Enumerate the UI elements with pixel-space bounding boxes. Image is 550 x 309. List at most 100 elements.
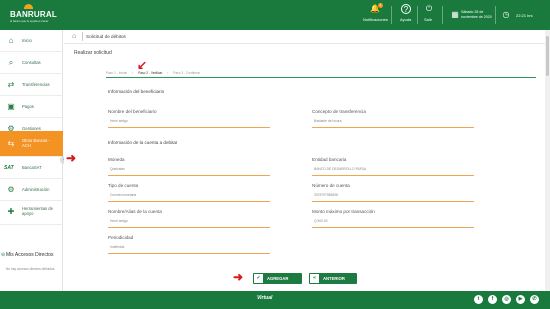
notifications-badge: 1: [378, 3, 383, 8]
sidebar-item-bancasat[interactable]: SAT BancaSAT: [0, 157, 63, 179]
beneficiary-name-label: Nombre del beneficiario: [108, 109, 157, 114]
tools-icon: ✚: [7, 207, 15, 216]
sidebar-item-consultas[interactable]: ⌕ Consultas: [0, 52, 63, 74]
bank-value: BANCO DE DESARROLLO RURAL: [314, 167, 367, 171]
annotation-arrow-right-icon: ➜: [233, 270, 244, 284]
beneficiary-group-title: Información del beneficiario: [108, 89, 165, 94]
account-type-underline: [108, 201, 270, 202]
back-button-label: ANTERIOR: [323, 276, 345, 281]
sidebar-item-label: Administración: [22, 187, 50, 192]
app-root: BANRURAL el banco que te ayuda a crecer …: [0, 0, 550, 309]
header-divider: [417, 6, 418, 24]
currency-label: Moneda: [108, 157, 125, 162]
clock-icon: ◷: [502, 10, 510, 19]
back-button[interactable]: « ANTERIOR: [309, 273, 357, 284]
add-icon: ✓: [254, 274, 263, 283]
account-type-label: Tipo de cuenta: [108, 183, 139, 188]
footer-logo: Virtual: [257, 295, 273, 301]
title-divider: [82, 32, 83, 41]
max-amount-value: Q 500.00: [314, 219, 328, 223]
currency-underline: [108, 175, 270, 176]
instagram-icon[interactable]: ◎: [502, 295, 511, 304]
sidebar-item-label: Herramientas de apoyo: [22, 206, 53, 216]
other-banks-icon: ⇆: [7, 139, 15, 148]
sidebar-item-label: Pagos: [22, 104, 34, 109]
notifications-label[interactable]: Notificaciones: [363, 17, 388, 22]
sidebar-item-transferencias[interactable]: ⇄ Transferencias: [0, 74, 63, 96]
beneficiary-name-value: Henri amigo: [110, 119, 128, 123]
periodicity-label: Periodicidad: [108, 235, 134, 240]
facebook-icon[interactable]: f: [488, 295, 497, 304]
banrural-logo[interactable]: BANRURAL el banco que te ayuda a crecer: [6, 4, 57, 26]
current-date: Sábado 28 de noviembre de 2020: [461, 10, 492, 19]
home-icon[interactable]: ⌂: [72, 33, 76, 40]
step-1: Paso 1 - Iniciar: [106, 71, 128, 75]
exit-label[interactable]: Salir: [424, 17, 432, 22]
current-time: 22:21 hrs: [516, 13, 533, 18]
footer: Virtual t f ◎ ▶ ✆: [0, 291, 550, 309]
help-label[interactable]: Ayuda: [400, 17, 411, 22]
add-button-label: AGREGAR: [267, 276, 289, 281]
sidebar-item-herramientas[interactable]: ✚ Herramientas de apoyo: [0, 201, 63, 225]
logo-text: BANRURAL: [10, 10, 57, 19]
scrollbar-thumb[interactable]: [546, 36, 549, 76]
sidebar-item-administracion[interactable]: ⚙ Administración: [0, 179, 63, 201]
step-3: Paso 3 - Confirmar: [173, 71, 200, 75]
currency-value: Quetzales: [110, 167, 125, 171]
alias-underline: [108, 227, 270, 228]
add-button[interactable]: ✓ AGREGAR: [253, 273, 302, 284]
home-icon: ⌂: [8, 36, 14, 45]
whatsapp-icon[interactable]: ✆: [530, 295, 539, 304]
bank-label: Entidad bancaria: [312, 157, 347, 162]
bank-underline: [312, 175, 474, 176]
alias-label: Nombre/Alias de la cuenta: [108, 209, 162, 214]
exit-icon[interactable]: ⏻: [424, 4, 434, 14]
sidebar-item-label: Inicio: [22, 38, 32, 43]
sidebar-item-label: Consultas: [22, 60, 41, 65]
annotation-arrow-down-icon: ↙: [137, 58, 148, 72]
periodicity-value: Indefinida: [110, 245, 125, 249]
calendar-icon: ▦: [451, 10, 459, 19]
max-amount-underline: [312, 227, 474, 228]
minus-icon[interactable]: ⊖: [1, 252, 5, 258]
transfer-icon: ⇄: [7, 80, 15, 89]
concept-underline: [312, 127, 474, 128]
help-icon[interactable]: ?: [401, 4, 411, 14]
sidebar-item-inicio[interactable]: ⌂ Inicio: [0, 30, 63, 52]
banca-logo-icon: SAT: [4, 165, 14, 171]
account-number-underline: [312, 201, 474, 202]
concept-label: Concepto de transferencia: [312, 109, 366, 114]
direct-access-note: No hay accesos directos definidos.: [6, 267, 56, 271]
sidebar-item-pagos[interactable]: ▣ Pagos: [0, 96, 63, 118]
admin-icon: ⚙: [7, 185, 15, 194]
youtube-icon[interactable]: ▶: [516, 295, 525, 304]
account-number-label: Número de cuenta: [312, 183, 350, 188]
account-type-value: Cuenta monetaria: [110, 193, 137, 197]
header-divider: [391, 6, 392, 24]
sidebar-item-label: BancaSAT: [22, 165, 42, 170]
direct-access-title: Mis Accesos Directos: [6, 252, 54, 258]
sidebar-item-label: Otros Bancos - ACH: [22, 138, 50, 148]
concept-value: Bastante de locura: [314, 119, 342, 123]
logo-tagline: el banco que te ayuda a crecer: [10, 19, 49, 23]
sidebar-item-otros-bancos[interactable]: ⇆ Otros Bancos - ACH: [0, 131, 63, 157]
page-title: Solicitud de débitos: [86, 34, 126, 39]
sidebar: ⌂ Inicio ⌕ Consultas ⇄ Transferencias ▣ …: [0, 30, 63, 291]
payments-icon: ▣: [7, 102, 15, 111]
sidebar-item-label: Transferencias: [22, 82, 50, 87]
twitter-icon[interactable]: t: [474, 295, 483, 304]
steps-divider: [106, 77, 536, 78]
header-divider: [442, 6, 443, 24]
account-number-value: 3078797956838: [314, 193, 338, 197]
sun-logo-icon: [24, 4, 33, 9]
annotation-arrow-right-icon: ➜: [66, 151, 77, 165]
max-amount-label: Monto máximo por transacción: [312, 209, 375, 214]
top-header: BANRURAL el banco que te ayuda a crecer …: [0, 0, 550, 30]
title-bar: ⌂ Solicitud de débitos: [64, 30, 545, 44]
alias-value: Henri amigo: [110, 219, 128, 223]
section-title: Realizar solicitud: [74, 50, 112, 56]
back-icon: «: [310, 274, 319, 283]
search-icon: ⌕: [8, 58, 14, 67]
header-divider: [495, 6, 496, 24]
account-group-title: Información de la cuenta a debitar: [108, 140, 178, 145]
